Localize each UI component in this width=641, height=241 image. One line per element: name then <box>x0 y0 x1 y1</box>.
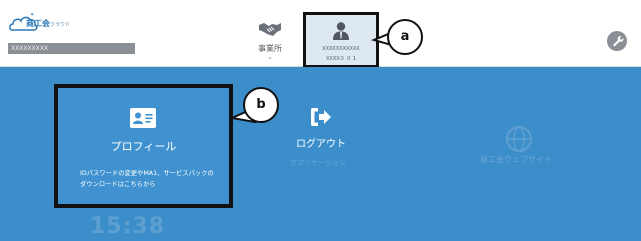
profile-description: IDパスワードの変更やMA1、サービスパックのダウンロードはこちらから <box>80 170 214 188</box>
logout-label: ログアウト <box>296 139 346 150</box>
user-name: XXXXXXXXXXX <box>322 46 360 52</box>
faded-clock: 15:38 <box>90 214 166 239</box>
globe-icon <box>506 126 532 152</box>
header: ✦ 商工会クラウド XXXXXXXXX 事業所 ⌄ XXXXXXXXXXX XX… <box>0 0 641 68</box>
wrench-icon <box>613 35 624 47</box>
main-panel: アプリケーション 商工会ウェブサイト 15:38 プロフィール IDパスワードの… <box>0 67 641 241</box>
callout-b: b <box>243 87 279 123</box>
logo-text: 商工会クラウド <box>26 19 71 28</box>
faded-website-link: 商工会ウェブサイト <box>480 155 552 164</box>
nav-office[interactable]: 事業所 ⌄ <box>248 20 292 62</box>
settings-button[interactable] <box>607 31 627 51</box>
logout-button[interactable]: ログアウト <box>285 107 357 157</box>
nav-user-menu[interactable]: XXXXXXXXXXX XXXX０ ０ 1 <box>303 12 379 68</box>
org-name-bar: XXXXXXXXX <box>8 43 135 54</box>
handshake-icon <box>259 23 281 36</box>
chevron-down-icon: ⌄ <box>267 53 273 61</box>
user-icon <box>333 22 349 40</box>
profile-title: プロフィール <box>110 140 177 153</box>
callout-a: a <box>387 19 423 55</box>
profile-card[interactable]: プロフィール IDパスワードの変更やMA1、サービスパックのダウンロードはこちら… <box>54 84 233 208</box>
logout-arrow-icon <box>311 108 331 126</box>
id-card-icon <box>130 108 156 128</box>
user-id: XXXX０ ０ 1 <box>325 56 357 62</box>
app-logo[interactable]: ✦ 商工会クラウド <box>8 10 70 36</box>
faded-app-link: アプリケーション <box>290 159 346 167</box>
